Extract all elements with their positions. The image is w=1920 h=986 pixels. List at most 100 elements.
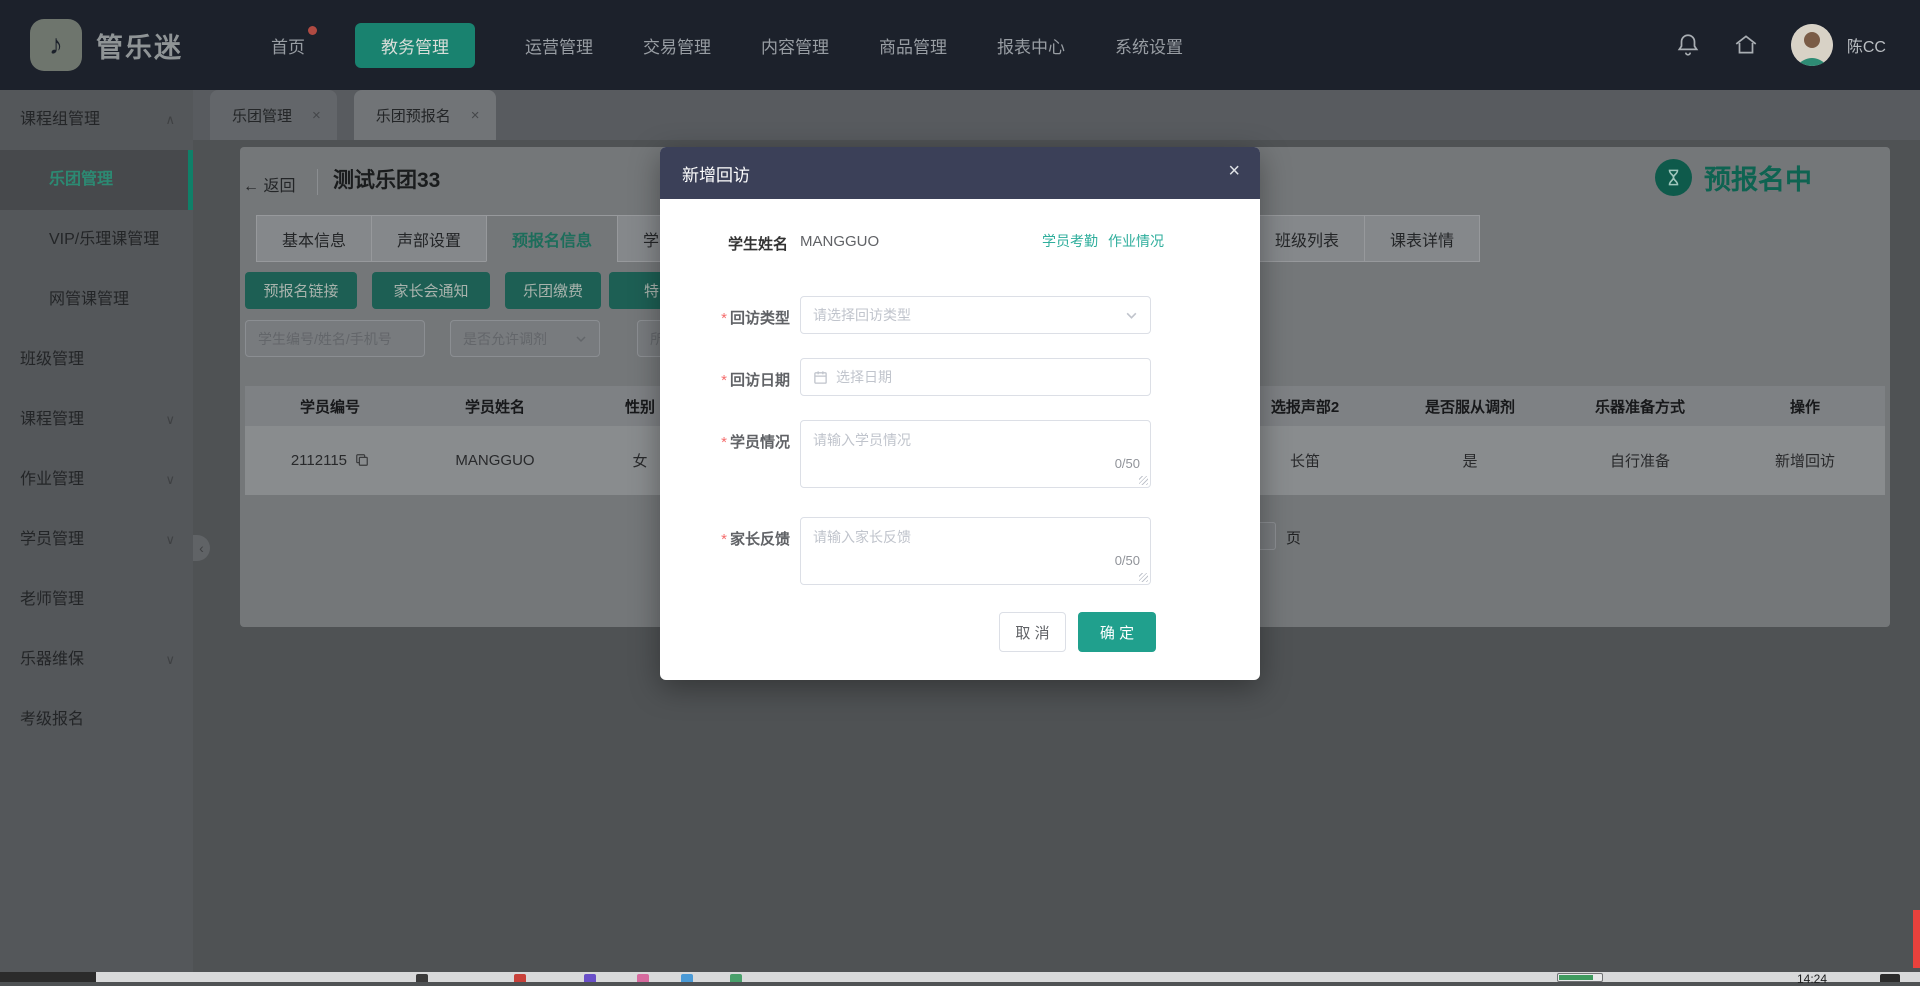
close-icon[interactable]: × [1228,161,1240,181]
copy-icon[interactable] [355,453,369,467]
hourglass-icon [1655,159,1692,196]
tab-orchestra-management[interactable]: 乐团管理× [210,90,337,140]
modal-header: 新增回访 [660,147,1260,199]
parent-feedback-textarea[interactable] [801,518,1150,584]
student-status-textarea[interactable] [801,421,1150,487]
student-status-label: *学员情况 [672,431,790,452]
allow-adjustment-select[interactable]: 是否允许调剂 [450,320,600,357]
os-taskbar: 14:24 [0,972,1920,982]
notification-dot [308,26,317,35]
sidebar-item-online-course[interactable]: 网管课管理 [0,270,193,330]
parent-meeting-notice-button[interactable]: 家长会通知 [372,272,490,309]
homework-link[interactable]: 作业情况 [1108,231,1164,251]
page-tab-strip: 乐团管理× 乐团预报名× [193,90,1920,140]
active-indicator-bar [188,150,193,210]
taskbar-icon[interactable] [730,974,742,982]
resize-handle-icon[interactable] [1139,476,1148,485]
top-navbar: ♪ 管乐迷 首页 教务管理 运营管理 交易管理 内容管理 商品管理 报表中心 系… [0,0,1920,90]
sidebar-group-course-management[interactable]: 课程管理∨ [0,390,193,450]
nav-item-home[interactable]: 首页 [271,33,305,58]
taskbar-icon[interactable] [681,974,693,982]
orchestra-payment-button[interactable]: 乐团缴费 [505,272,601,309]
cancel-button[interactable]: 取 消 [999,612,1066,652]
chevron-down-icon [575,333,587,345]
close-icon[interactable]: × [312,107,321,124]
add-followup-link[interactable]: 新增回访 [1725,450,1885,471]
sidebar-item-vip-theory[interactable]: VIP/乐理课管理 [0,210,193,270]
parent-feedback-label: *家长反馈 [672,528,790,549]
student-search-input[interactable] [245,320,425,357]
resize-handle-icon[interactable] [1139,573,1148,582]
visit-type-select[interactable]: 请选择回访类型 [800,296,1151,334]
nav-item-settings[interactable]: 系统设置 [1115,33,1183,58]
nav-item-products[interactable]: 商品管理 [879,33,947,58]
taskbar-icon[interactable] [1880,974,1900,982]
taskbar-icon[interactable] [416,974,428,982]
add-followup-modal: 新增回访 × 学生姓名 MANGGUO 学员考勤 作业情况 *回访类型 请选择回… [660,147,1260,680]
tab-orchestra-preregistration[interactable]: 乐团预报名× [354,90,496,140]
page-title: 测试乐团33 [333,164,440,194]
chevron-left-icon: ‹ [199,540,204,556]
obey-adjust-cell: 是 [1385,450,1555,471]
sidebar-collapse-handle[interactable]: ‹ [193,535,210,561]
student-name-cell: MANGGUO [415,452,575,469]
sidebar-item-teacher-management[interactable]: 老师管理 [0,570,193,630]
user-avatar[interactable] [1791,24,1833,66]
parent-feedback-field: 0/50 [800,517,1151,585]
attendance-link[interactable]: 学员考勤 [1042,231,1098,251]
home-icon[interactable] [1733,32,1759,58]
sidebar-group-instrument-maintenance[interactable]: 乐器维保∨ [0,630,193,690]
nav-item-transactions[interactable]: 交易管理 [643,33,711,58]
nav-item-reports[interactable]: 报表中心 [997,33,1065,58]
page-jump-suffix: 页 [1286,527,1301,548]
taskbar-icon[interactable] [584,974,596,982]
status-badge: 预报名中 [1655,158,1812,197]
detail-tabs-right: 长 班级列表 课表详情 [1235,215,1480,262]
sidebar-item-exam-registration[interactable]: 考级报名 [0,690,193,750]
sidebar-group-course-groups[interactable]: 课程组管理 ∧ [0,90,193,150]
nav-item-content[interactable]: 内容管理 [761,33,829,58]
student-status-field: 0/50 [800,420,1151,488]
battery-icon [1557,973,1603,982]
sidebar-group-homework-management[interactable]: 作业管理∨ [0,450,193,510]
nav-item-academic[interactable]: 教务管理 [355,23,475,68]
chevron-down-icon: ∨ [165,630,175,690]
taskbar-start-area[interactable] [0,972,96,982]
tab-section-setup[interactable]: 声部设置 [371,215,487,262]
sidebar-item-class-management[interactable]: 班级管理 [0,330,193,390]
sidebar: 课程组管理 ∧ 乐团管理 VIP/乐理课管理 网管课管理 班级管理 课程管理∨ … [0,90,193,982]
preregistration-link-button[interactable]: 预报名链接 [245,272,357,309]
tab-basic-info[interactable]: 基本信息 [256,215,372,262]
confirm-button[interactable]: 确 定 [1078,612,1156,652]
student-name-label: 学生姓名 [728,233,788,254]
prepare-mode-cell: 自行准备 [1555,450,1725,471]
close-icon[interactable]: × [471,107,480,124]
visit-date-label: *回访日期 [672,369,790,390]
calendar-icon [813,370,828,385]
taskbar-icon[interactable] [637,974,649,982]
user-name[interactable]: 陈CC [1847,33,1886,57]
visit-type-label: *回访类型 [672,307,790,328]
sidebar-group-student-management[interactable]: 学员管理∨ [0,510,193,570]
chevron-down-icon: ∨ [165,510,175,570]
back-button[interactable]: ← 返回 [243,172,295,196]
taskbar-clock: 14:24 [1797,972,1827,986]
tab-class-list[interactable]: 班级列表 [1249,215,1365,262]
visit-date-input[interactable]: 选择日期 [800,358,1151,396]
student-id-cell: 2112115 [245,452,415,469]
bell-icon[interactable] [1675,32,1701,58]
nav-item-operations[interactable]: 运营管理 [525,33,593,58]
student-name-value: MANGGUO [800,233,879,250]
chevron-down-icon [1125,309,1138,322]
music-note-icon: ♪ [49,29,63,61]
sidebar-item-orchestra-management[interactable]: 乐团管理 [0,150,193,210]
chevron-up-icon: ∧ [165,90,175,150]
scrollbar-thumb[interactable] [1913,910,1920,968]
taskbar-icon[interactable] [514,974,526,982]
app-logo-icon: ♪ [30,19,82,71]
char-counter: 0/50 [1115,456,1140,471]
tab-timetable-detail[interactable]: 课表详情 [1364,215,1480,262]
chevron-down-icon: ∨ [165,450,175,510]
modal-title: 新增回访 [682,161,750,186]
tab-preregistration-info[interactable]: 预报名信息 [486,215,618,262]
